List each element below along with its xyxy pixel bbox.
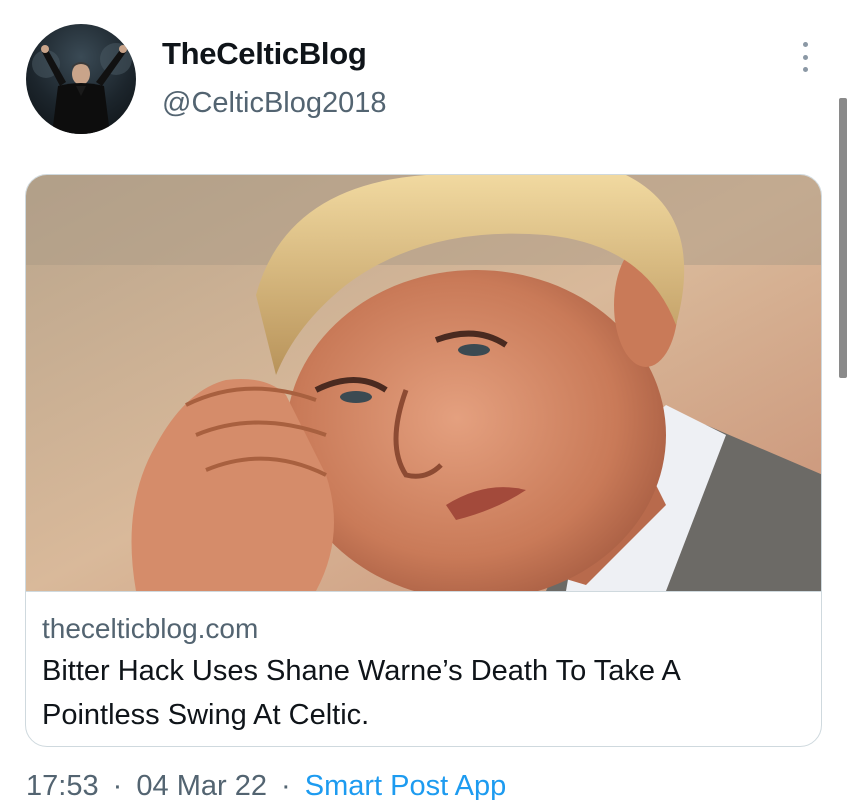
tweet-time[interactable]: 17:53: [26, 770, 99, 800]
tweet-meta: 17:53 · 04 Mar 22 · Smart Post App: [26, 770, 506, 800]
more-dot: [802, 67, 808, 72]
tweet: TheCelticBlog @CelticBlog2018 thecelticb…: [0, 0, 847, 800]
avatar[interactable]: [26, 24, 136, 134]
scrollbar[interactable]: [839, 98, 847, 378]
meta-separator: ·: [112, 770, 123, 800]
card-divider: [26, 591, 821, 592]
tweet-source-link[interactable]: Smart Post App: [305, 770, 507, 800]
meta-separator: ·: [281, 770, 291, 800]
card-title: Bitter Hack Uses Shane Warne’s Death To …: [42, 655, 680, 731]
more-dot: [802, 54, 808, 60]
more-vertical-icon[interactable]: [790, 40, 820, 74]
user-handle[interactable]: @CelticBlog2018: [162, 87, 387, 120]
card-image: [26, 175, 821, 591]
more-dot: [802, 42, 808, 47]
display-name[interactable]: TheCelticBlog: [162, 36, 367, 72]
link-card[interactable]: thecelticblog.com Bitter Hack Uses Shane…: [25, 174, 822, 747]
card-domain: thecelticblog.com: [42, 613, 259, 644]
tweet-date[interactable]: 04 Mar 22: [136, 770, 267, 800]
